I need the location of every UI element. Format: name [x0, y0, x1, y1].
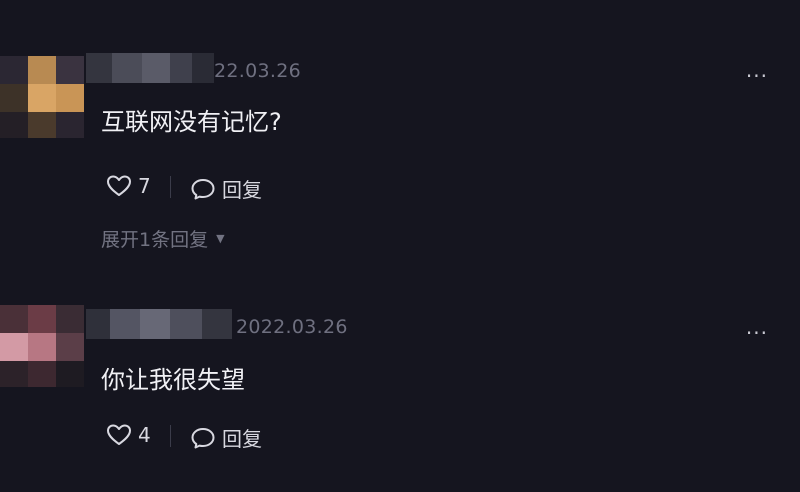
- reply-button[interactable]: 回复: [190, 423, 262, 452]
- reply-label: 回复: [222, 178, 262, 202]
- comment-bubble-icon: [191, 427, 215, 448]
- comment-actions: 4 回复: [106, 423, 406, 451]
- comment-date: 2022.03.26: [236, 316, 348, 338]
- caret-down-icon: ▼: [216, 232, 225, 245]
- heart-icon: [107, 175, 131, 196]
- expand-replies-label: 展开1条回复: [101, 229, 209, 251]
- avatar[interactable]: [0, 56, 84, 138]
- expand-replies-link[interactable]: 展开1条回复 ▼: [101, 225, 225, 252]
- reply-label: 回复: [222, 427, 262, 451]
- like-button[interactable]: 7: [106, 174, 151, 198]
- blurred-username[interactable]: [86, 53, 214, 83]
- blurred-username[interactable]: [86, 309, 232, 339]
- heart-icon: [107, 424, 131, 445]
- comment-item: 2022.03.26 ··· 你让我很失望 4 回复: [0, 305, 800, 492]
- comment-date: 22.03.26: [214, 60, 302, 82]
- more-dots-icon[interactable]: ···: [746, 66, 768, 86]
- comment-actions: 7 回复: [106, 174, 406, 202]
- like-count: 7: [138, 174, 151, 198]
- like-count: 4: [138, 423, 151, 447]
- avatar[interactable]: [0, 305, 84, 387]
- comment-item: 22.03.26 ··· 互联网没有记忆? 7 回复 展开1条回复 ▼: [0, 50, 800, 270]
- action-divider: [170, 425, 171, 447]
- more-dots-icon[interactable]: ···: [746, 323, 768, 343]
- action-divider: [170, 176, 171, 198]
- comment-bubble-icon: [191, 178, 215, 199]
- like-button[interactable]: 4: [106, 423, 151, 447]
- reply-button[interactable]: 回复: [190, 174, 262, 203]
- comment-text: 你让我很失望: [101, 366, 245, 394]
- comment-text: 互联网没有记忆?: [101, 108, 282, 136]
